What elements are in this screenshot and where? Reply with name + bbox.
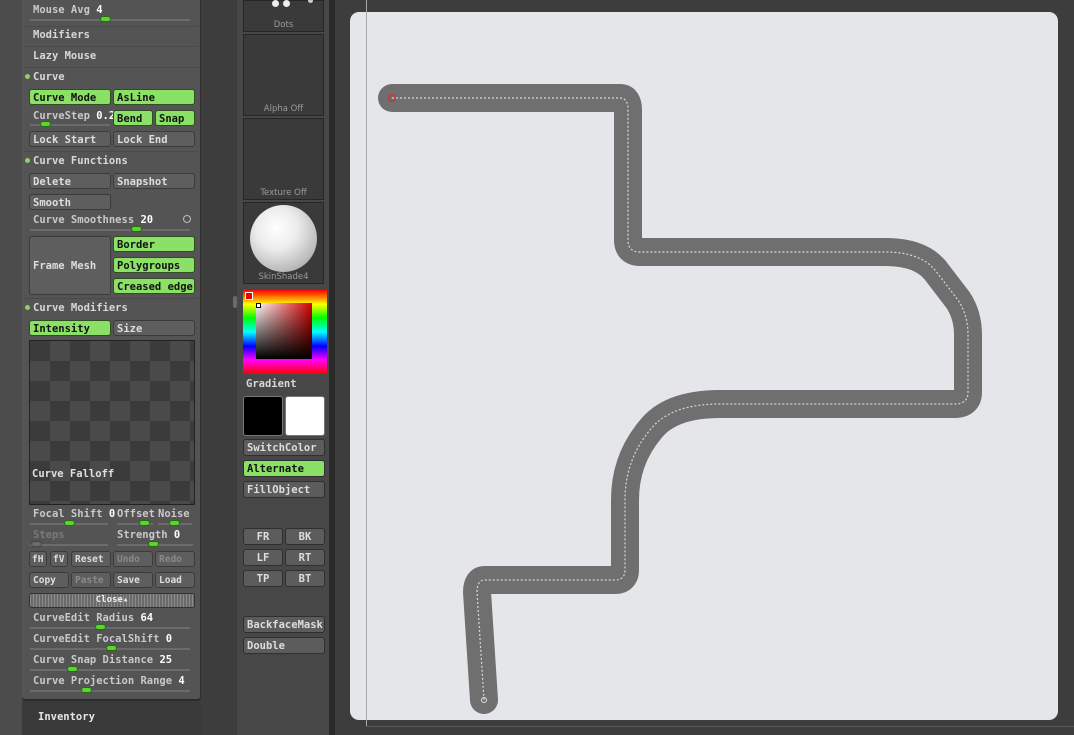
- curve-stroke[interactable]: [378, 84, 982, 714]
- curve-stroke-overlay[interactable]: [0, 0, 1074, 735]
